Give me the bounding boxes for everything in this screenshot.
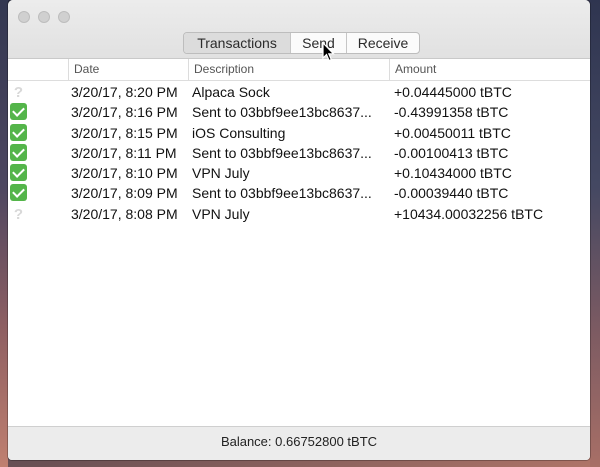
mouse-pointer-icon	[322, 42, 335, 62]
status-cell	[10, 143, 34, 163]
amount-cell: +0.04445000 tBTC	[394, 84, 512, 100]
description-cell: Sent to 03bbf9ee13bc8637...	[192, 144, 372, 161]
confirmed-check-icon	[10, 123, 27, 141]
amount-cell: -0.43991358 tBTC	[394, 104, 509, 121]
tab-send[interactable]: Send	[291, 33, 347, 53]
column-header-description[interactable]: Description	[188, 59, 389, 80]
table-row[interactable]: 3/20/17, 8:10 PM VPN July +0.10434000 tBTC	[8, 163, 590, 183]
amount-cell: +10434.00032256 tBTC	[394, 205, 544, 222]
view-tabs: Transactions Send Receive	[183, 32, 420, 54]
status-cell	[10, 102, 34, 122]
pending-question-icon: ?	[13, 205, 24, 223]
description-cell: Alpaca Sock	[192, 84, 270, 100]
amount-cell: +0.00450011 tBTC	[394, 124, 511, 141]
date-cell: 3/20/17, 8:15 PM	[71, 124, 178, 141]
description-cell: Sent to 03bbf9ee13bc8637...	[192, 185, 372, 202]
table-row[interactable]: 3/20/17, 8:16 PM Sent to 03bbf9ee13bc8637…	[8, 102, 590, 122]
date-cell: 3/20/17, 8:08 PM	[71, 205, 178, 222]
column-header-amount[interactable]: Amount	[389, 59, 590, 80]
date-cell: 3/20/17, 8:20 PM	[71, 84, 178, 100]
tab-receive[interactable]: Receive	[347, 33, 419, 53]
table-row[interactable]: ? 3/20/17, 8:08 PM VPN July +10434.00032256…	[8, 204, 590, 224]
description-cell: VPN July	[192, 205, 250, 222]
date-cell: 3/20/17, 8:16 PM	[71, 104, 178, 121]
status-bar: Balance: 0.66752800 tBTC	[8, 426, 590, 460]
confirmed-check-icon	[10, 184, 27, 202]
zoom-window-button[interactable]	[58, 11, 70, 23]
tab-transactions[interactable]: Transactions	[184, 33, 291, 53]
minimize-window-button[interactable]	[38, 11, 50, 23]
date-cell: 3/20/17, 8:09 PM	[71, 185, 178, 202]
amount-cell: +0.10434000 tBTC	[394, 165, 512, 182]
table-row[interactable]: 3/20/17, 8:11 PM Sent to 03bbf9ee13bc8637…	[8, 143, 590, 163]
confirmed-check-icon	[10, 103, 27, 121]
date-cell: 3/20/17, 8:10 PM	[71, 165, 178, 182]
date-cell: 3/20/17, 8:11 PM	[71, 144, 177, 161]
table-row[interactable]: 3/20/17, 8:15 PM iOS Consulting +0.0045001…	[8, 123, 590, 143]
description-cell: Sent to 03bbf9ee13bc8637...	[192, 104, 372, 121]
column-header-date[interactable]: Date	[68, 59, 188, 80]
confirmed-check-icon	[10, 164, 27, 182]
amount-cell: -0.00039440 tBTC	[394, 185, 509, 202]
description-cell: iOS Consulting	[192, 124, 286, 141]
amount-cell: -0.00100413 tBTC	[394, 144, 509, 161]
title-bar: Transactions Send Receive	[8, 0, 590, 59]
pending-question-icon: ?	[13, 84, 24, 101]
status-cell	[10, 183, 34, 203]
table-header: Date Description Amount	[8, 59, 590, 81]
transactions-table: ? 3/20/17, 8:20 PM Alpaca Sock +0.04445000 …	[8, 82, 590, 224]
status-cell: ?	[10, 82, 34, 102]
app-window: Transactions Send Receive Date Descripti…	[8, 0, 590, 460]
desktop-background-right	[590, 0, 600, 467]
table-row[interactable]: ? 3/20/17, 8:20 PM Alpaca Sock +0.04445000 …	[8, 82, 590, 102]
close-window-button[interactable]	[18, 11, 30, 23]
status-cell	[10, 123, 34, 143]
status-cell: ?	[10, 204, 34, 224]
balance-label: Balance: 0.66752800 tBTC	[220, 434, 378, 449]
confirmed-check-icon	[10, 143, 27, 161]
table-row[interactable]: 3/20/17, 8:09 PM Sent to 03bbf9ee13bc8637…	[8, 183, 590, 203]
column-header-status[interactable]	[8, 59, 68, 80]
description-cell: VPN July	[192, 165, 250, 182]
desktop-background	[0, 0, 8, 467]
status-cell	[10, 163, 34, 183]
